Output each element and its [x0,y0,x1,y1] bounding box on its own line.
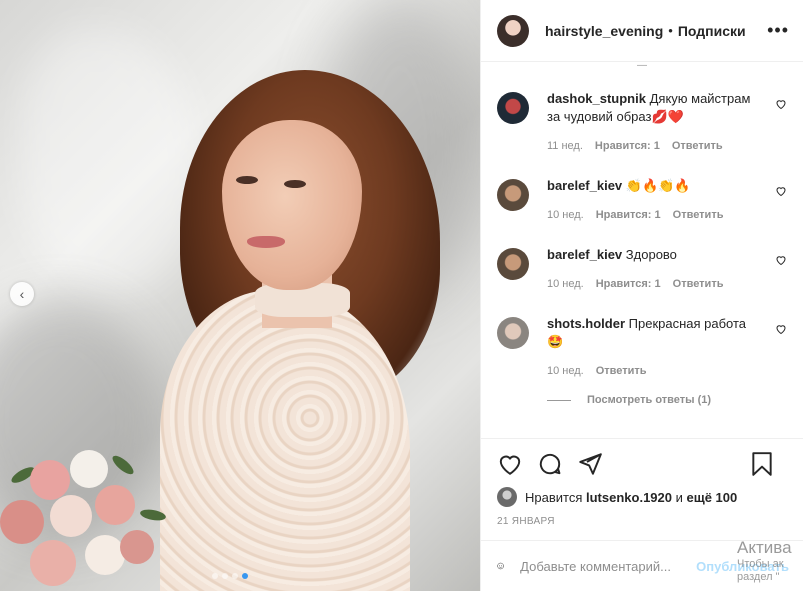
carousel-dot [212,573,218,579]
commenter-avatar[interactable] [497,92,529,124]
comment: barelef_kiev Здорово 10 нед. Нравится: 1… [497,246,787,293]
scroll-hint: — [637,62,647,71]
eye [236,176,258,184]
comment: barelef_kiev 👏🔥👏🔥 10 нед. Нравится: 1 От… [497,177,787,224]
post-comment-button[interactable]: Опубликовать [696,559,789,574]
heart-icon[interactable] [775,98,787,110]
view-replies-label: Посмотреть ответы (1) [587,394,712,406]
likes-conjunction: и [675,489,683,505]
comment-username[interactable]: shots.holder [547,316,625,331]
author-username[interactable]: hairstyle_evening [545,23,663,39]
heart-icon[interactable] [775,254,787,266]
post-actions [481,438,803,488]
comment-username[interactable]: barelef_kiev [547,247,622,262]
comments-list[interactable]: — dashok_stupnik Дякую майстрам за чудов… [481,62,803,438]
bouquet [0,440,180,591]
commenter-avatar[interactable] [497,179,529,211]
lace-dress [160,290,410,591]
author-avatar[interactable] [497,14,529,47]
post-photo[interactable]: ‹ [0,0,480,591]
comment: dashok_stupnik Дякую майстрам за чудовий… [497,90,787,155]
comment-text: 👏🔥👏🔥 [625,178,691,193]
reply-button[interactable]: Ответить [672,137,723,155]
add-comment-bar: Опубликовать [481,540,803,591]
post-header: hairstyle_evening • Подписки ••• [481,0,803,62]
likes-count-button[interactable]: ещё 100 [687,490,738,505]
comment-likes[interactable]: Нравится: 1 [596,206,661,224]
commenter-avatar[interactable] [497,248,529,280]
comment-username[interactable]: barelef_kiev [547,178,622,193]
header-separator: • [668,23,673,38]
commenter-avatar[interactable] [497,317,529,349]
carousel-dots [212,573,248,579]
bookmark-icon[interactable] [749,451,775,477]
post-side-panel: hairstyle_evening • Подписки ••• — dasho… [480,0,803,591]
comment: shots.holder Прекрасная работа 🤩 10 нед.… [497,315,787,380]
comment-input[interactable] [520,558,697,574]
liker-username[interactable]: lutsenko.1920 [586,490,672,505]
carousel-dot [222,573,228,579]
heart-icon[interactable] [497,451,523,477]
comment-text: Здорово [625,247,677,262]
replies-divider [547,399,571,401]
reply-button[interactable]: Ответить [596,362,647,380]
more-icon[interactable]: ••• [767,20,789,41]
eye [284,180,306,188]
comment-likes[interactable]: Нравится: 1 [595,137,660,155]
likes-prefix: Нравится [525,489,583,505]
reply-button[interactable]: Ответить [673,206,724,224]
heart-icon[interactable] [775,185,787,197]
comment-time[interactable]: 10 нед. [547,362,584,380]
backdrop-texture [20,30,200,290]
reply-button[interactable]: Ответить [673,275,724,293]
likes-summary: Нравится lutsenko.1920 и ещё 100 [497,487,787,507]
following-button[interactable]: Подписки [678,23,746,39]
carousel-prev-button[interactable]: ‹ [10,282,34,306]
comment-time[interactable]: 10 нед. [547,206,584,224]
share-icon[interactable] [577,451,603,477]
comment-icon[interactable] [537,451,563,477]
liker-avatar[interactable] [497,487,517,507]
carousel-dot [232,573,238,579]
comment-username[interactable]: dashok_stupnik [547,91,646,106]
emoji-icon[interactable] [497,554,504,578]
view-replies-button[interactable]: Посмотреть ответы (1) [547,394,787,406]
comment-time[interactable]: 11 нед. [547,137,583,155]
comment-likes[interactable]: Нравится: 1 [596,275,661,293]
heart-icon[interactable] [775,323,787,335]
carousel-dot-active [242,573,248,579]
post-date[interactable]: 21 ЯНВАРЯ [497,516,555,527]
lips [247,236,285,248]
chevron-left-icon: ‹ [19,286,25,302]
comment-time[interactable]: 10 нед. [547,275,584,293]
